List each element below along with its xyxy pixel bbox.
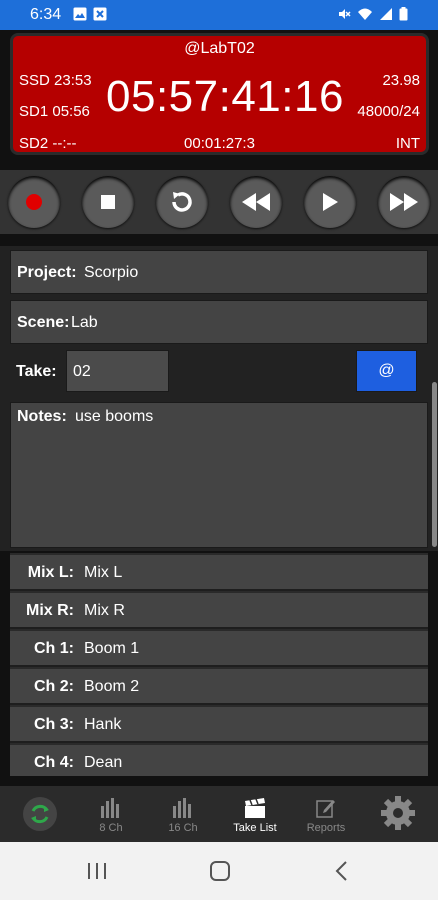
- edit-icon: [316, 800, 335, 818]
- stop-icon: [101, 195, 115, 209]
- notes-field[interactable]: Notes: use booms: [10, 402, 428, 548]
- channel-label: Mix R:: [26, 602, 74, 619]
- recents-icon[interactable]: [86, 862, 108, 880]
- rewind-button[interactable]: [230, 176, 282, 228]
- record-icon: [26, 194, 42, 210]
- scene-label: Scene:: [17, 314, 70, 331]
- sample-rate: 48000/24: [357, 103, 420, 120]
- tab-take-list[interactable]: Take List: [220, 790, 290, 840]
- battery-icon: [399, 7, 408, 21]
- channel-list: Mix L: Mix L Mix R: Mix R Ch 1: Boom 1 C…: [10, 553, 428, 776]
- channel-value: Hank: [84, 716, 122, 733]
- timecode-source: INT: [395, 135, 420, 152]
- channel-value: Boom 2: [84, 678, 140, 695]
- channel-value: Mix L: [84, 564, 123, 581]
- back-icon[interactable]: [334, 861, 348, 881]
- channel-label: Ch 1:: [34, 640, 74, 657]
- meter-icon: [173, 798, 191, 818]
- rewind-icon: [242, 193, 270, 211]
- project-label: Project:: [17, 264, 77, 281]
- elapsed-time: 00:01:27:3: [184, 135, 255, 152]
- take-label: Take:: [16, 363, 57, 380]
- home-icon[interactable]: [209, 861, 231, 881]
- play-icon: [323, 193, 338, 211]
- notes-label: Notes:: [17, 408, 67, 425]
- scrollbar[interactable]: [432, 382, 437, 547]
- gear-icon: [381, 796, 415, 830]
- record-button[interactable]: [8, 176, 60, 228]
- signal-icon: [380, 8, 392, 20]
- stop-button[interactable]: [82, 176, 134, 228]
- mute-icon: [339, 9, 351, 19]
- channel-label: Ch 4:: [34, 754, 74, 771]
- channel-label: Mix L:: [27, 564, 74, 581]
- project-field[interactable]: Project: Scorpio: [10, 250, 428, 294]
- tab-16ch[interactable]: 16 Ch: [148, 790, 218, 840]
- status-bar: 6:34: [0, 0, 438, 30]
- tab-label: 16 Ch: [168, 822, 198, 834]
- notes-value: use booms: [75, 408, 154, 425]
- meter-icon: [101, 798, 119, 818]
- settings-button[interactable]: [363, 790, 433, 840]
- tab-label: Take List: [233, 822, 277, 834]
- ssd-readout: SSD 23:53: [19, 72, 92, 89]
- wifi-icon: [358, 8, 372, 20]
- list-item[interactable]: Ch 2: Boom 2: [10, 669, 428, 705]
- timecode-display: @LabT02 SSD 23:53 SD1 05:56 SD2 --:-- 05…: [10, 33, 429, 155]
- status-time: 6:34: [30, 6, 62, 23]
- take-name: @LabT02: [184, 40, 255, 57]
- tab-8ch[interactable]: 8 Ch: [76, 790, 146, 840]
- channel-value: Mix R: [84, 602, 125, 619]
- sd1-readout: SD1 05:56: [19, 103, 90, 120]
- system-nav-bar: [0, 842, 438, 900]
- list-item[interactable]: Mix L: Mix L: [10, 555, 428, 591]
- excel-icon: [93, 7, 107, 21]
- gallery-icon: [73, 7, 87, 21]
- fast-forward-icon: [390, 193, 418, 211]
- undo-button[interactable]: [156, 176, 208, 228]
- clapperboard-icon: [245, 798, 265, 818]
- scene-field[interactable]: Scene: Lab: [10, 300, 428, 344]
- channel-label: Ch 3:: [34, 716, 74, 733]
- fast-forward-button[interactable]: [378, 176, 430, 228]
- undo-icon: [172, 192, 192, 212]
- timecode: 05:57:41:16: [106, 72, 344, 121]
- transport-bar: [0, 170, 438, 234]
- list-item[interactable]: Ch 3: Hank: [10, 707, 428, 743]
- bottom-nav: 8 Ch 16 Ch Take List Reports: [0, 786, 438, 842]
- channel-value: Dean: [84, 754, 123, 771]
- channel-value: Boom 1: [84, 640, 140, 657]
- scene-value: Lab: [71, 314, 98, 331]
- list-item[interactable]: Ch 4: Dean: [10, 745, 428, 776]
- take-input[interactable]: 02: [66, 350, 169, 392]
- tab-label: 8 Ch: [99, 822, 123, 834]
- sync-icon: [23, 797, 57, 831]
- sync-button[interactable]: [5, 790, 75, 840]
- list-item[interactable]: Mix R: Mix R: [10, 593, 428, 629]
- frame-rate: 23.98: [382, 72, 420, 89]
- tab-reports[interactable]: Reports: [291, 790, 361, 840]
- project-value: Scorpio: [84, 264, 139, 281]
- channel-label: Ch 2:: [34, 678, 74, 695]
- tab-label: Reports: [306, 822, 346, 834]
- list-item[interactable]: Ch 1: Boom 1: [10, 631, 428, 667]
- auto-take-button[interactable]: @: [356, 350, 417, 392]
- play-button[interactable]: [304, 176, 356, 228]
